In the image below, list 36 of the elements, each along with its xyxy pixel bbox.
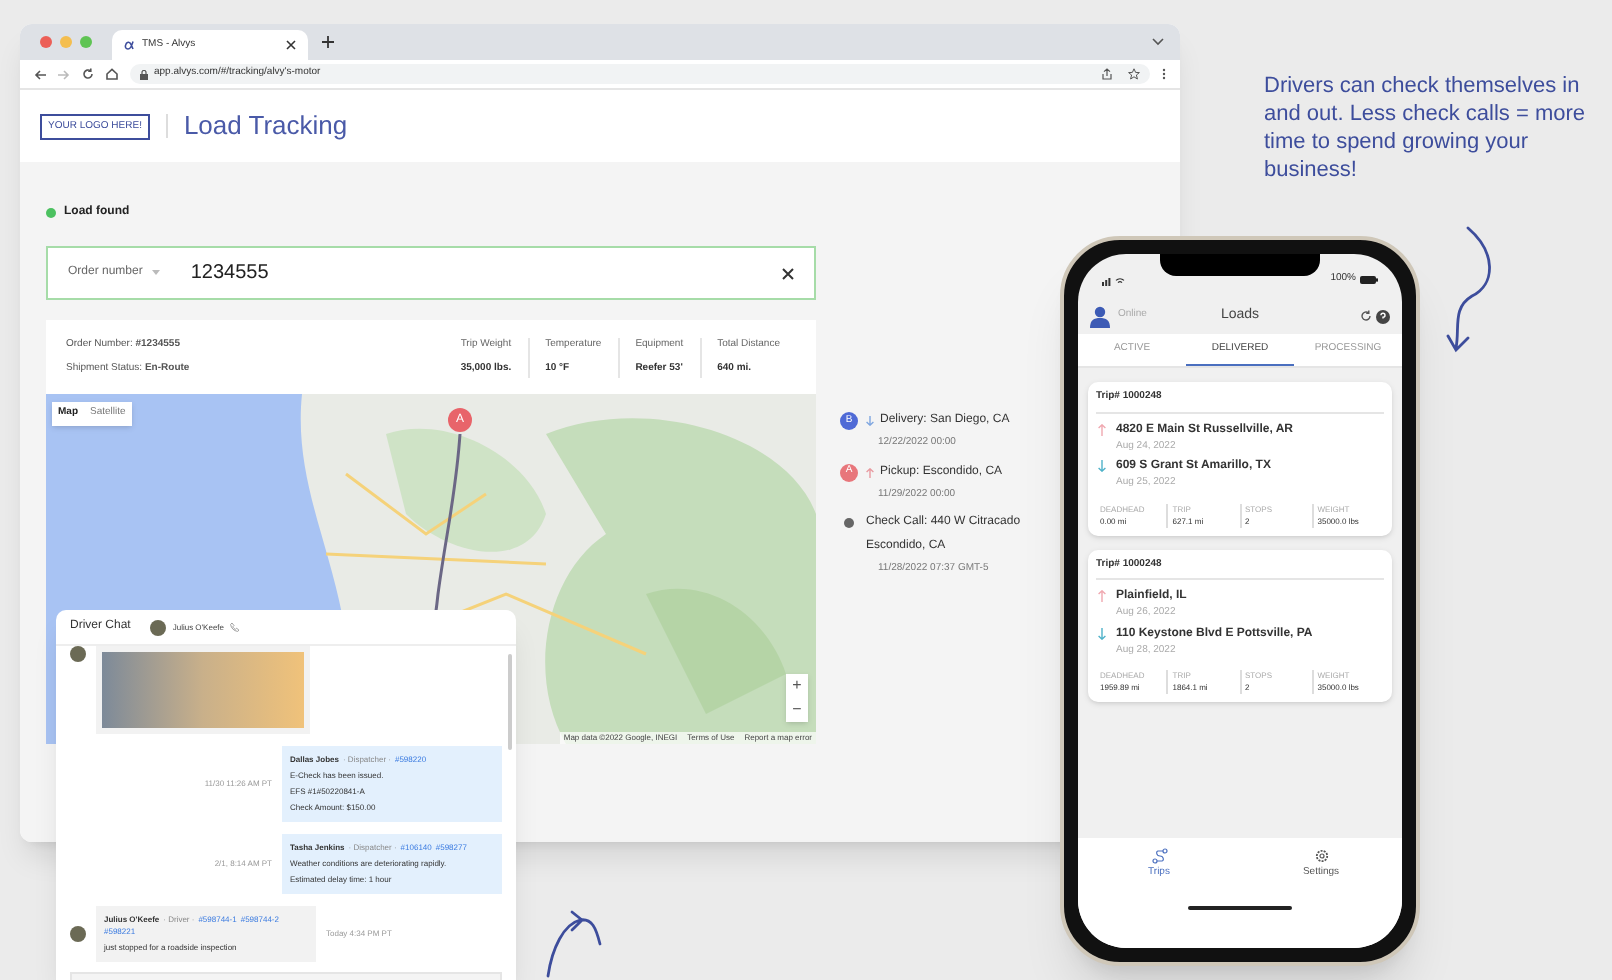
avatar (70, 646, 86, 662)
lock-icon (140, 69, 148, 79)
zoom-out-button[interactable]: − (786, 698, 808, 722)
user-icon[interactable] (1090, 305, 1110, 327)
clear-icon[interactable] (782, 267, 794, 279)
chevron-down-icon[interactable] (1152, 38, 1164, 46)
back-icon[interactable] (34, 69, 46, 79)
order-number-value: 1234555 (190, 260, 269, 288)
zoom-in-button[interactable]: + (786, 674, 808, 698)
arrow-up-icon (1098, 423, 1106, 435)
home-icon[interactable] (106, 68, 118, 80)
site-logo-icon (124, 40, 134, 50)
share-icon[interactable] (1102, 68, 1112, 80)
page-title: Load Tracking (183, 108, 348, 145)
close-icon[interactable] (286, 40, 296, 50)
help-icon[interactable] (1376, 309, 1390, 323)
refresh-icon[interactable] (1360, 310, 1372, 322)
route-icon (1151, 848, 1167, 864)
star-icon[interactable] (1128, 68, 1140, 80)
avatar (150, 619, 167, 635)
signal-icon (1102, 275, 1126, 285)
home-indicator (1188, 905, 1292, 909)
avatar (70, 926, 86, 942)
arrow-down-icon (1098, 460, 1106, 472)
phone-icon[interactable] (230, 622, 241, 632)
scrollbar (508, 654, 512, 750)
battery-icon (1360, 276, 1378, 284)
arrow-down-icon (866, 416, 874, 426)
new-tab-icon[interactable] (322, 36, 334, 48)
arrow-up-icon (1098, 590, 1106, 602)
callout-text: Drivers can check themselves in and out. Less check calls = more time to spend growing your business! (1264, 72, 1587, 184)
arrow-up-icon (866, 467, 874, 477)
reload-icon[interactable] (82, 68, 94, 80)
settings-icon (1313, 848, 1329, 864)
arrow-down-icon (1098, 627, 1106, 639)
window-close-button[interactable] (40, 36, 52, 48)
